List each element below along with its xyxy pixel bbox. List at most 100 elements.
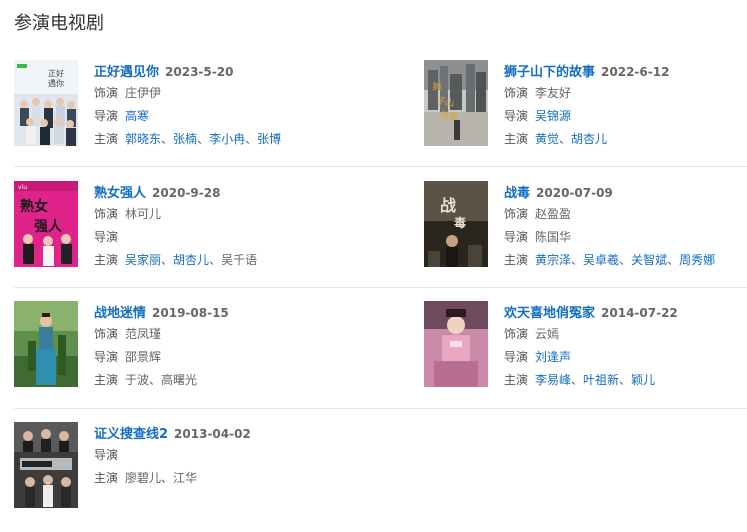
drama-title-link[interactable]: 熟女强人 [94, 186, 146, 201]
svg-text:毒: 毒 [454, 215, 466, 230]
cast-row: 主演 郭晓东、张楠、李小冉、张博 [94, 128, 334, 151]
role-label: 饰演 [94, 327, 119, 341]
drama-title-link[interactable]: 欢天喜地俏冤家 [504, 306, 595, 321]
cast-row: 主演 李易峰、叶祖新、颖儿 [504, 369, 744, 392]
cast-link[interactable]: 胡杏儿 [173, 253, 209, 267]
cast-link[interactable]: 郭晓东 [125, 132, 161, 146]
director-row: 导演 吴锦源 [504, 105, 744, 128]
drama-poster[interactable] [14, 422, 78, 508]
role-label: 饰演 [94, 207, 119, 221]
drama-title-link[interactable]: 正好遇见你 [94, 65, 159, 80]
drama-card: 战地迷情 2019-08-15 饰演 范凤瑾 导演 邵景辉 主演 于波、高曙光 [14, 301, 334, 411]
drama-card: viu 熟女 强人 熟女强人 2020-9-28 饰演 林可儿 导演 主演 吴家丽、胡… [14, 181, 334, 291]
role-row: 饰演 林可儿 [94, 203, 334, 226]
cast-link[interactable]: 黄觉 [535, 132, 559, 146]
cast-name: 高曙光 [161, 373, 198, 387]
drama-date: 2023-5-20 [165, 65, 234, 79]
director-row: 导演 高寒 [94, 105, 334, 128]
drama-date: 2019-08-15 [152, 306, 229, 320]
cast-row: 主演 于波、高曙光 [94, 369, 334, 392]
drama-poster[interactable]: 战 毒 [424, 181, 488, 267]
drama-card: 欢天喜地俏冤家 2014-07-22 饰演 云嫣 导演 刘逢声 主演 李易峰、叶祖新、颖… [424, 301, 744, 411]
drama-title-link[interactable]: 战地迷情 [94, 306, 146, 321]
cast-list: 吴家丽、胡杏儿、吴千语 [125, 253, 258, 267]
role-value: 范凤瑾 [125, 327, 162, 341]
drama-title-link[interactable]: 战毒 [504, 186, 530, 201]
role-value: 庄伊伊 [125, 86, 162, 100]
drama-info: 战地迷情 2019-08-15 饰演 范凤瑾 导演 邵景辉 主演 于波、高曙光 [94, 301, 334, 392]
drama-poster[interactable] [14, 301, 78, 387]
drama-card: 战 毒 战毒 2020-07-09 饰演 赵盈盈 导演 陈国华 主演 黄宗泽、吴卓羲、关… [424, 181, 744, 291]
director-label: 导演 [94, 448, 119, 462]
cast-link[interactable]: 颖儿 [631, 373, 655, 387]
cast-label: 主演 [94, 253, 119, 267]
cast-row: 主演 廖碧儿、江华 [94, 467, 334, 490]
cast-link[interactable]: 张博 [257, 132, 281, 146]
cast-link[interactable]: 周秀娜 [679, 253, 715, 267]
director-label: 导演 [94, 230, 119, 244]
cast-list: 廖碧儿、江华 [125, 471, 198, 485]
cast-link[interactable]: 吴家丽 [125, 253, 161, 267]
drama-info: 狮子山下的故事 2022-6-12 饰演 李友好 导演 吴锦源 主演 黄觉、胡杏儿 [504, 60, 744, 151]
svg-text:正好: 正好 [48, 68, 64, 78]
director-row: 导演 刘逢声 [504, 346, 744, 369]
drama-info: 战毒 2020-07-09 饰演 赵盈盈 导演 陈国华 主演 黄宗泽、吴卓羲、关智斌、周… [504, 181, 744, 272]
cast-label: 主演 [94, 132, 119, 146]
director-value: 陈国华 [535, 230, 572, 244]
cast-label: 主演 [94, 373, 119, 387]
cast-link[interactable]: 张楠 [173, 132, 197, 146]
drama-date: 2020-9-28 [152, 186, 221, 200]
svg-text:强人: 强人 [34, 218, 63, 235]
drama-date: 2013-04-02 [174, 427, 251, 441]
cast-link[interactable]: 李小冉 [209, 132, 245, 146]
cast-label: 主演 [94, 471, 119, 485]
role-value: 林可儿 [125, 207, 162, 221]
drama-poster[interactable]: viu 熟女 强人 [14, 181, 78, 267]
drama-title-link[interactable]: 证义搜查线2 [94, 427, 168, 442]
director-row: 导演 陈国华 [504, 226, 744, 249]
role-row: 饰演 赵盈盈 [504, 203, 744, 226]
director-link[interactable]: 高寒 [125, 109, 149, 123]
cast-link[interactable]: 胡杏儿 [571, 132, 607, 146]
cast-list: 郭晓东、张楠、李小冉、张博 [125, 132, 282, 146]
svg-text:战: 战 [440, 196, 456, 215]
drama-card: 证义搜查线2 2013-04-02 导演 主演 廖碧儿、江华 [14, 422, 334, 532]
cast-list: 于波、高曙光 [125, 373, 198, 387]
drama-poster[interactable]: 狮 子山 故事 [424, 60, 488, 146]
director-label: 导演 [504, 109, 529, 123]
drama-info: 欢天喜地俏冤家 2014-07-22 饰演 云嫣 导演 刘逢声 主演 李易峰、叶祖新、颖… [504, 301, 744, 392]
drama-poster[interactable]: 正好 遇你 [14, 60, 78, 146]
role-value: 李友好 [535, 86, 572, 100]
cast-row: 主演 吴家丽、胡杏儿、吴千语 [94, 249, 334, 272]
cast-name: 江华 [173, 471, 198, 485]
row-divider [14, 408, 747, 409]
cast-row: 主演 黄觉、胡杏儿 [504, 128, 744, 151]
drama-card: 狮 子山 故事 狮子山下的故事 2022-6-12 饰演 李友好 导演 吴锦源 主演黄… [424, 60, 744, 170]
drama-card: 正好 遇你 正好遇见你 2023-5-20 饰演 庄伊伊 导演 高寒 主演 郭晓东、张楠… [14, 60, 334, 170]
director-value: 邵景辉 [125, 350, 162, 364]
role-value: 赵盈盈 [535, 207, 572, 221]
director-row: 导演 邵景辉 [94, 346, 334, 369]
director-label: 导演 [504, 230, 529, 244]
drama-poster[interactable] [424, 301, 488, 387]
cast-list: 黄觉、胡杏儿 [535, 132, 608, 146]
cast-link[interactable]: 黄宗泽 [535, 253, 571, 267]
director-link[interactable]: 刘逢声 [535, 350, 571, 364]
cast-link[interactable]: 李易峰 [535, 373, 571, 387]
director-label: 导演 [94, 109, 119, 123]
drama-info: 证义搜查线2 2013-04-02 导演 主演 廖碧儿、江华 [94, 422, 334, 490]
role-label: 饰演 [504, 86, 529, 100]
cast-link[interactable]: 吴卓羲 [583, 253, 619, 267]
role-label: 饰演 [94, 86, 119, 100]
cast-link[interactable]: 叶祖新 [583, 373, 619, 387]
section-title: 参演电视剧 [14, 13, 104, 34]
director-row: 导演 [94, 226, 334, 249]
drama-date: 2014-07-22 [601, 306, 678, 320]
row-divider [14, 287, 747, 288]
drama-title-link[interactable]: 狮子山下的故事 [504, 65, 595, 80]
cast-list: 李易峰、叶祖新、颖儿 [535, 373, 656, 387]
director-row: 导演 [94, 444, 334, 467]
director-link[interactable]: 吴锦源 [535, 109, 571, 123]
cast-link[interactable]: 关智斌 [631, 253, 667, 267]
drama-date: 2022-6-12 [601, 65, 670, 79]
